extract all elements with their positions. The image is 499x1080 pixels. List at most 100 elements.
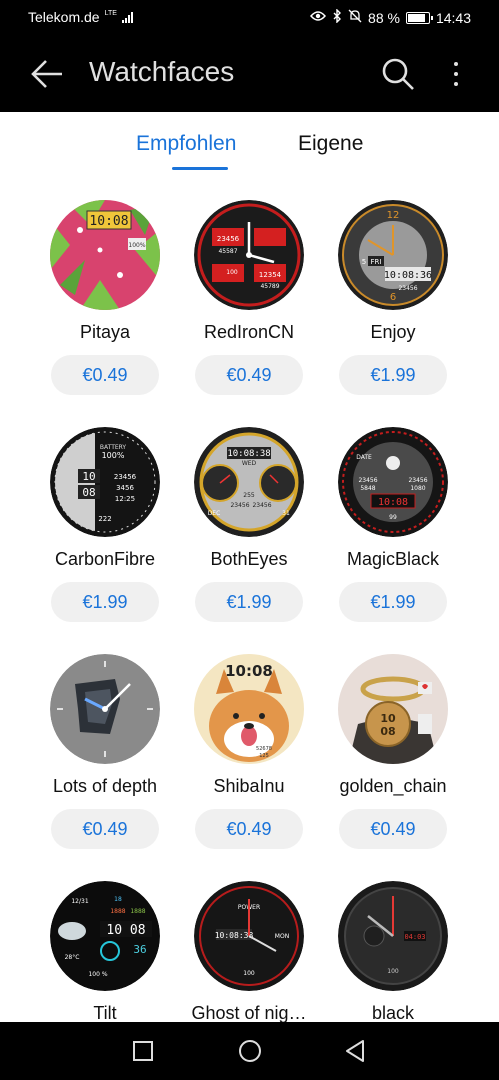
watchface-name: black [371, 1003, 415, 1022]
face-value2: 125 [259, 753, 269, 759]
face-value2: 5848 [360, 485, 375, 492]
face-minute: 08 [380, 725, 395, 738]
face-num: 222 [98, 515, 111, 523]
carrier-label: Telekom.de [28, 9, 100, 25]
status-right: 88 % 14:43 [310, 8, 471, 26]
face-day-num: 5 [362, 258, 366, 266]
watchface-preview [50, 654, 160, 764]
face-battery: 100 % [88, 971, 107, 978]
face-value3: 23456 [252, 502, 271, 509]
watchface-preview: 23456 45587 12354 45789 100 [194, 200, 304, 310]
triangle-back-icon [346, 1040, 364, 1062]
face-value2: 1888 [110, 908, 125, 915]
price-button[interactable]: €1.99 [339, 355, 447, 395]
app-bar: Watchfaces [0, 36, 499, 112]
price-button[interactable]: €1.99 [51, 582, 159, 622]
face-value: 100 [226, 269, 238, 276]
face-value4: 1080 [410, 485, 425, 492]
face-time: 10:08:38 [215, 931, 254, 940]
watchface-preview: 12/31 18 1888 1888 10 08 36 28°C 100 % [50, 881, 160, 991]
face-value3: 23456 [408, 477, 427, 484]
watchface-name: golden_chain [339, 776, 447, 796]
face-time: 10 08 [106, 923, 145, 938]
face-steps: 23456 [114, 473, 137, 481]
face-value1: 255 [243, 492, 255, 499]
battery-icon [405, 11, 433, 24]
face-value1: 52678 [256, 746, 272, 752]
square-icon [133, 1041, 153, 1061]
price-button[interactable]: €0.49 [195, 809, 303, 849]
arrow-left-icon [31, 60, 62, 88]
more-dot-icon [454, 62, 458, 66]
face-value1: 23456 [358, 477, 377, 484]
face-time: 10:08 [378, 497, 408, 508]
face-value1: 18 [114, 896, 122, 903]
price-button[interactable]: €0.49 [195, 355, 303, 395]
face-value: 100% [102, 451, 125, 460]
bluetooth-icon [332, 8, 342, 26]
face-value2: 23456 [230, 502, 249, 509]
face-label: BATTERY [100, 444, 127, 451]
face-time: 10:08 [89, 214, 128, 229]
watchface-name: Ghost of nig… [191, 1003, 307, 1022]
watchface-preview: 10:08 100% [50, 200, 160, 310]
network-type: LTE [104, 9, 117, 17]
watchface-preview: BATTERY 100% 10 08 23456 3456 12:25 222 [50, 427, 160, 537]
eye-icon [310, 10, 327, 25]
back-button[interactable] [28, 56, 68, 92]
face-time: 04:03 [404, 933, 425, 941]
tab-own[interactable]: Eigene [298, 132, 363, 156]
price-button[interactable]: €0.49 [51, 809, 159, 849]
price-button[interactable]: €1.99 [339, 582, 447, 622]
home-button[interactable] [235, 1036, 265, 1066]
watchface-name: ShibaInu [213, 776, 285, 796]
face-hour: 10 [82, 470, 95, 483]
more-options-button[interactable] [444, 54, 468, 94]
watchface-name: MagicBlack [346, 549, 440, 569]
search-icon [382, 58, 414, 90]
price-button[interactable]: €0.49 [51, 355, 159, 395]
face-minute: 08 [82, 486, 95, 499]
watchface-name: Lots of depth [52, 776, 158, 796]
face-num-top: 12 [387, 210, 400, 221]
watchface-preview: 10:08:38 WED 255 23456 23456 DEC 31 [194, 427, 304, 537]
circle-icon [239, 1040, 261, 1062]
face-calories: 3456 [116, 484, 134, 492]
watchface-preview: 10:08 52678 125 [194, 654, 304, 764]
face-time: 10:08 [225, 662, 273, 680]
face-line1: 23456 [217, 235, 240, 243]
recents-button[interactable] [128, 1036, 158, 1066]
face-clock: 12:25 [115, 495, 135, 503]
watchface-preview: 10 08 [338, 654, 448, 764]
face-day: FRI [371, 258, 382, 266]
face-line2: 45587 [218, 248, 237, 255]
face-time: 10:08:38 [227, 449, 270, 459]
watchface-preview: POWER 10:08:38 MON 100 [194, 881, 304, 991]
face-label: DATE [356, 454, 372, 461]
tab-recommended[interactable]: Empfohlen [136, 132, 236, 156]
face-date: 31 [282, 510, 290, 517]
face-month: DEC [208, 510, 221, 517]
face-num-bottom: 6 [390, 292, 396, 303]
search-button[interactable] [380, 56, 416, 92]
back-nav-button[interactable] [341, 1036, 371, 1066]
mute-bell-icon [348, 9, 362, 26]
face-line4: 45789 [260, 283, 279, 290]
face-value: 100 [387, 968, 399, 975]
status-left: Telekom.de LTE [28, 9, 133, 25]
face-value5: 99 [389, 514, 397, 521]
watchface-name: Enjoy [370, 322, 416, 342]
face-value3: 1888 [130, 908, 145, 915]
more-dot-icon [454, 82, 458, 86]
watchface-name: RedIronCN [203, 322, 295, 342]
face-day: WED [242, 460, 257, 467]
system-nav-bar [0, 1022, 499, 1080]
watchface-name: Pitaya [79, 322, 131, 342]
face-value: 100 [243, 970, 255, 977]
price-button[interactable]: €1.99 [195, 582, 303, 622]
status-bar: Telekom.de LTE 88 % 14:43 [0, 0, 499, 36]
price-button[interactable]: €0.49 [339, 809, 447, 849]
face-date: 12/31 [71, 898, 88, 905]
battery-percent: 88 % [368, 9, 400, 26]
face-line3: 12354 [259, 271, 282, 279]
